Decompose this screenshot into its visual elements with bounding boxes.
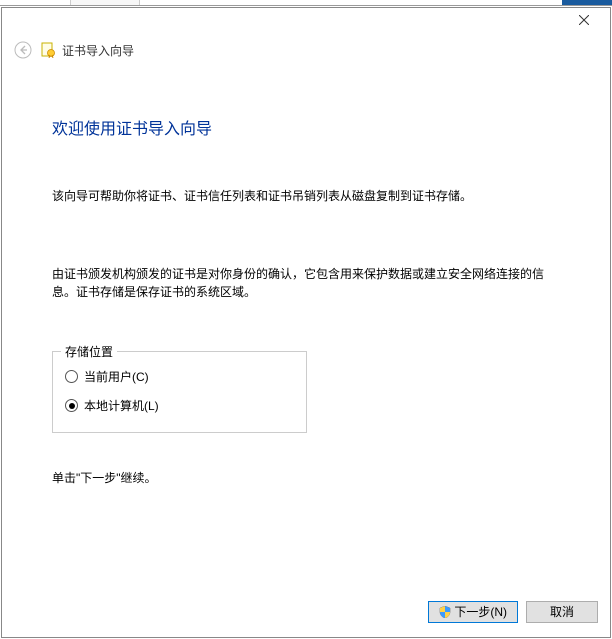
header: 证书导入向导 (2, 31, 610, 69)
shield-icon (439, 606, 451, 618)
radio-local-machine[interactable]: 本地计算机(L) (65, 391, 294, 420)
continue-hint: 单击"下一步"继续。 (52, 469, 560, 486)
cancel-button[interactable]: 取消 (526, 601, 598, 623)
radio-local-machine-label: 本地计算机(L) (84, 397, 159, 414)
radio-icon (65, 399, 78, 412)
cancel-button-label: 取消 (550, 603, 574, 620)
wizard-title: 证书导入向导 (62, 42, 134, 59)
titlebar (2, 8, 610, 31)
background-window-fragment (0, 0, 612, 6)
intro-paragraph-1: 该向导可帮助你将证书、证书信任列表和证书吊销列表从磁盘复制到证书存储。 (52, 187, 560, 205)
storage-location-group: 存储位置 当前用户(C) 本地计算机(L) (52, 351, 307, 433)
footer: 下一步(N) 取消 (2, 593, 610, 637)
intro-paragraph-2: 由证书颁发机构颁发的证书是对你身份的确认，它包含用来保护数据或建立安全网络连接的… (52, 265, 560, 301)
radio-current-user-label: 当前用户(C) (84, 368, 149, 385)
content-area: 欢迎使用证书导入向导 该向导可帮助你将证书、证书信任列表和证书吊销列表从磁盘复制… (2, 69, 610, 593)
close-icon (579, 15, 589, 25)
page-heading: 欢迎使用证书导入向导 (52, 115, 560, 139)
back-arrow-icon (14, 41, 32, 59)
next-button[interactable]: 下一步(N) (428, 601, 518, 623)
back-button[interactable] (12, 39, 34, 61)
radio-icon (65, 370, 78, 383)
close-button[interactable] (564, 9, 604, 31)
certificate-icon (40, 42, 56, 58)
next-button-label: 下一步(N) (454, 603, 507, 620)
storage-location-legend: 存储位置 (61, 343, 117, 360)
radio-current-user[interactable]: 当前用户(C) (65, 362, 294, 391)
wizard-window: 证书导入向导 欢迎使用证书导入向导 该向导可帮助你将证书、证书信任列表和证书吊销… (1, 7, 611, 638)
